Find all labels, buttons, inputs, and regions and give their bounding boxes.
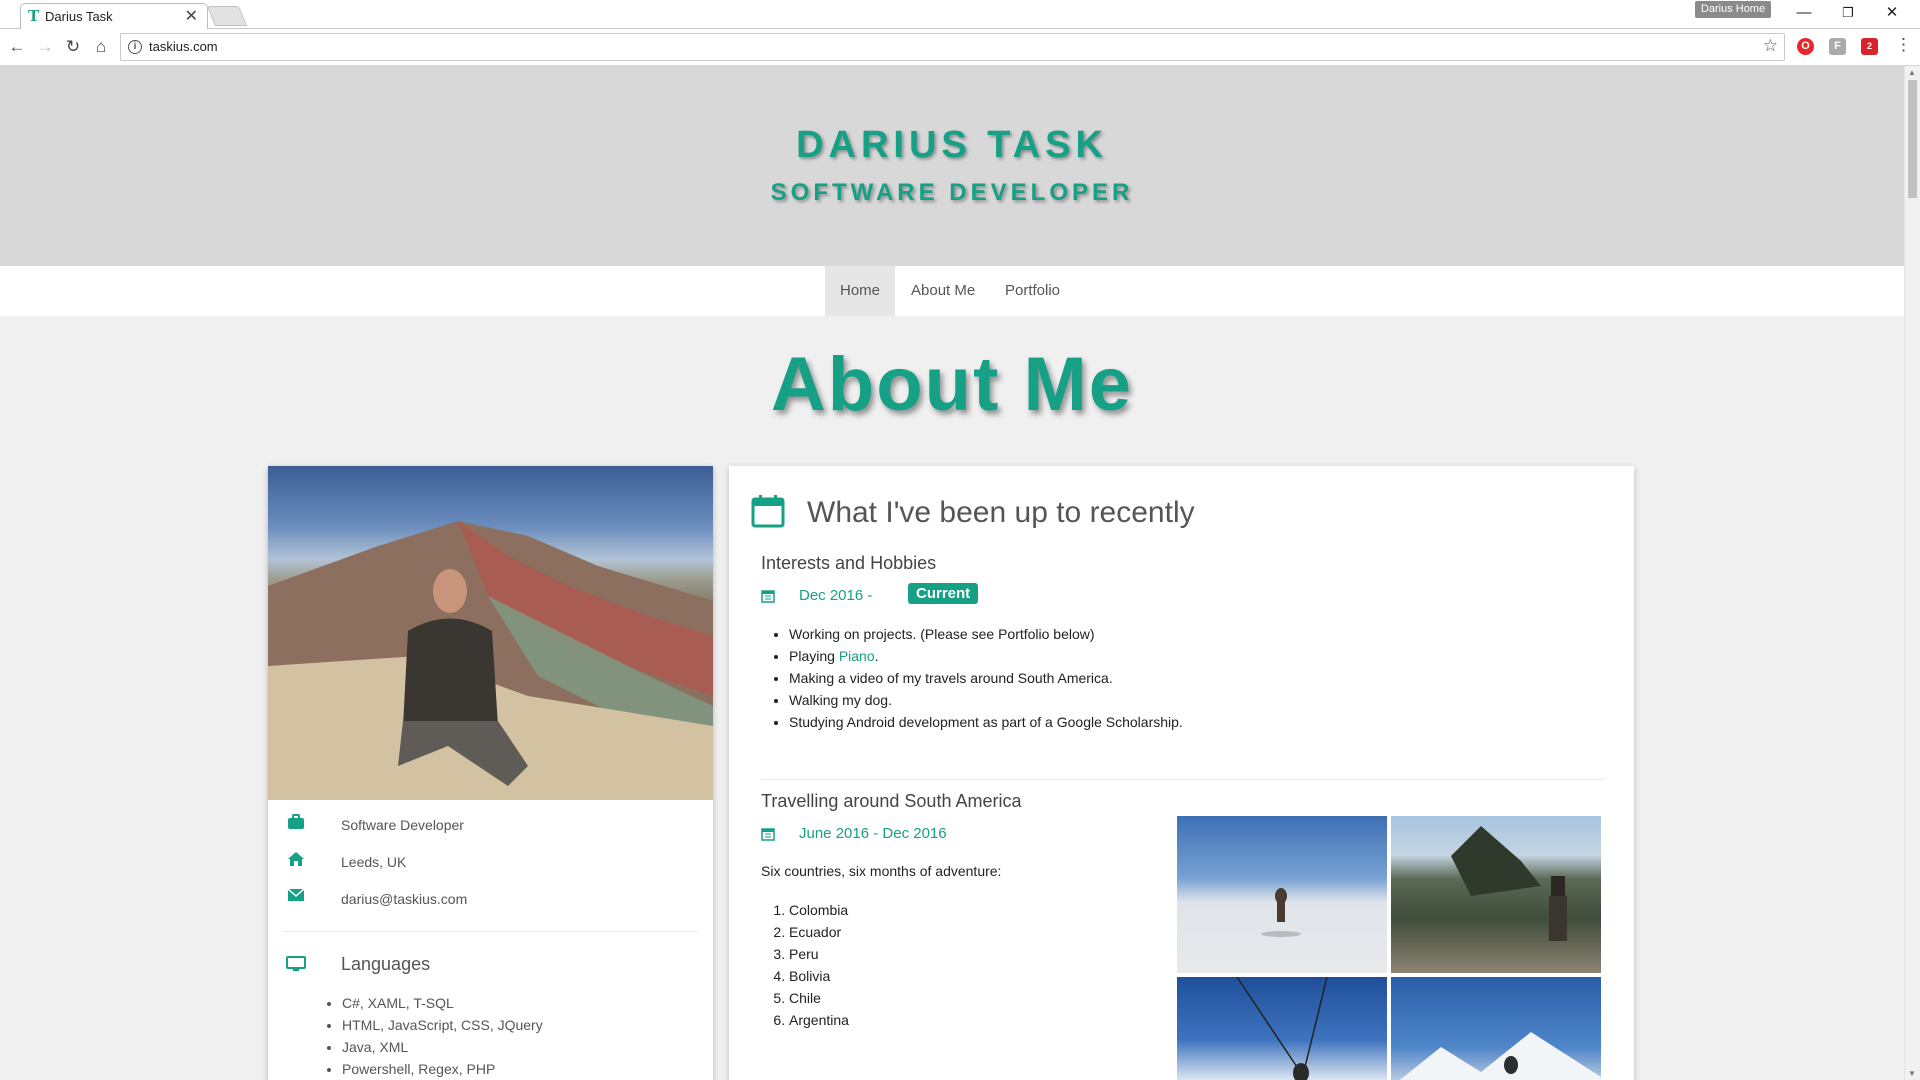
opera-extension-icon[interactable]: O [1797,38,1814,55]
restore-icon[interactable]: ❐ [1826,0,1870,28]
url-text: taskius.com [149,39,218,54]
experience-card: What I've been up to recently Interests … [729,466,1634,1080]
list-item: Bolivia [789,965,849,987]
gallery-photo-snow-peak[interactable] [1391,977,1601,1080]
section-title-interests: Interests and Hobbies [761,553,937,573]
email-text[interactable]: darius@taskius.com [341,891,467,907]
nav-about-me[interactable]: About Me [896,266,990,316]
job-text: Software Developer [341,817,464,833]
list-item: Studying Android development as part of … [789,711,1183,733]
lastpass-extension-icon[interactable]: 2 [1861,38,1878,55]
page-viewport: DARIUS TASK SOFTWARE DEVELOPER Home Abou… [0,66,1904,1080]
kebab-menu-icon[interactable]: ⋮ [1895,35,1912,55]
scroll-down-icon[interactable]: ▼ [1908,1069,1916,1078]
extension-badge: 2 [1866,41,1872,51]
calendar-icon [761,589,775,603]
current-badge: Current [908,583,979,604]
browser-tab[interactable]: T Darius Task ✕ [20,3,208,29]
date-text: June 2016 - Dec 2016 [799,825,947,842]
list-item-suffix: . [874,648,879,664]
site-favicon-icon: T [28,6,40,25]
gallery-photo-salt-flats[interactable] [1177,816,1387,973]
window-close-icon[interactable]: ✕ [1870,0,1914,28]
nav-portfolio[interactable]: Portfolio [990,266,1075,316]
minimize-icon[interactable]: — [1782,0,1826,28]
profile-photo [268,466,713,800]
list-item: Colombia [789,899,849,921]
browser-titlebar: T Darius Task ✕ Darius Home — ❐ ✕ [0,0,1920,29]
card-divider [284,931,697,932]
list-item: Walking my dog. [789,689,1183,711]
nav-home[interactable]: Home [825,266,896,316]
tab-close-icon[interactable]: ✕ [185,6,198,26]
languages-list: C#, XAML, T-SQL HTML, JavaScript, CSS, J… [324,992,543,1080]
back-icon[interactable]: ← [5,35,29,59]
list-item: Playing Piano. [789,645,1183,667]
travel-intro: Six countries, six months of adventure: [761,863,1002,879]
gallery-photo-swing[interactable] [1177,976,1387,1080]
site-name: DARIUS TASK [796,124,1108,166]
page-title: About Me [770,342,1134,427]
list-item: Powershell, Regex, PHP [342,1058,543,1080]
location-text: Leeds, UK [341,854,407,870]
list-item: Peru [789,943,849,965]
star-icon[interactable]: ☆ [1763,36,1778,56]
section-divider [761,779,1604,780]
envelope-icon [286,888,306,906]
list-item: Chile [789,987,849,1009]
f-extension-icon[interactable]: F [1829,38,1846,55]
scroll-thumb[interactable] [1908,80,1917,198]
profile-photo-illustration [268,521,713,800]
calendar-icon [761,827,775,841]
tab-title: Darius Task [45,9,113,24]
list-item: Ecuador [789,921,849,943]
piano-link[interactable]: Piano [839,648,875,664]
experience-title: What I've been up to recently [807,496,1195,529]
browser-toolbar: ← → ↻ ⌂ i taskius.com ☆ O F 2 ⋮ [0,29,1920,66]
travel-gallery [1177,816,1601,1080]
list-item: Making a video of my travels around Sout… [789,667,1183,689]
scroll-up-icon[interactable]: ▲ [1908,68,1916,77]
profile-card: Software Developer Leeds, UK darius@task… [268,466,713,1080]
list-item: Java, XML [342,1036,543,1058]
date-text: Dec 2016 - [799,587,873,604]
info-icon[interactable]: i [128,40,142,54]
list-item: C#, XAML, T-SQL [342,992,543,1014]
site-role: SOFTWARE DEVELOPER [770,179,1134,206]
briefcase-icon [286,814,306,834]
profile-button[interactable]: Darius Home [1695,1,1771,18]
gallery-photo-machu-picchu[interactable] [1391,816,1601,973]
forward-icon[interactable]: → [33,35,57,59]
list-item: Argentina [789,1009,849,1031]
interests-list: Working on projects. (Please see Portfol… [769,623,1183,733]
main-nav: Home About Me Portfolio [0,266,1904,316]
reload-icon[interactable]: ↻ [61,35,85,59]
house-icon [286,851,306,871]
section-title-travel: Travelling around South America [761,791,1022,811]
countries-list: Colombia Ecuador Peru Bolivia Chile Arge… [769,899,849,1031]
list-item: HTML, JavaScript, CSS, JQuery [342,1014,543,1036]
languages-title: Languages [341,954,431,974]
list-item-prefix: Playing [789,648,839,664]
monitor-icon [286,956,306,977]
address-bar[interactable]: i taskius.com ☆ [120,33,1785,61]
site-header: DARIUS TASK SOFTWARE DEVELOPER [0,66,1904,266]
list-item: Working on projects. (Please see Portfol… [789,623,1183,645]
new-tab-button[interactable] [206,6,248,26]
page-scrollbar[interactable]: ▲ ▼ [1904,66,1920,1080]
calendar-icon [751,494,785,528]
home-icon[interactable]: ⌂ [89,35,113,59]
